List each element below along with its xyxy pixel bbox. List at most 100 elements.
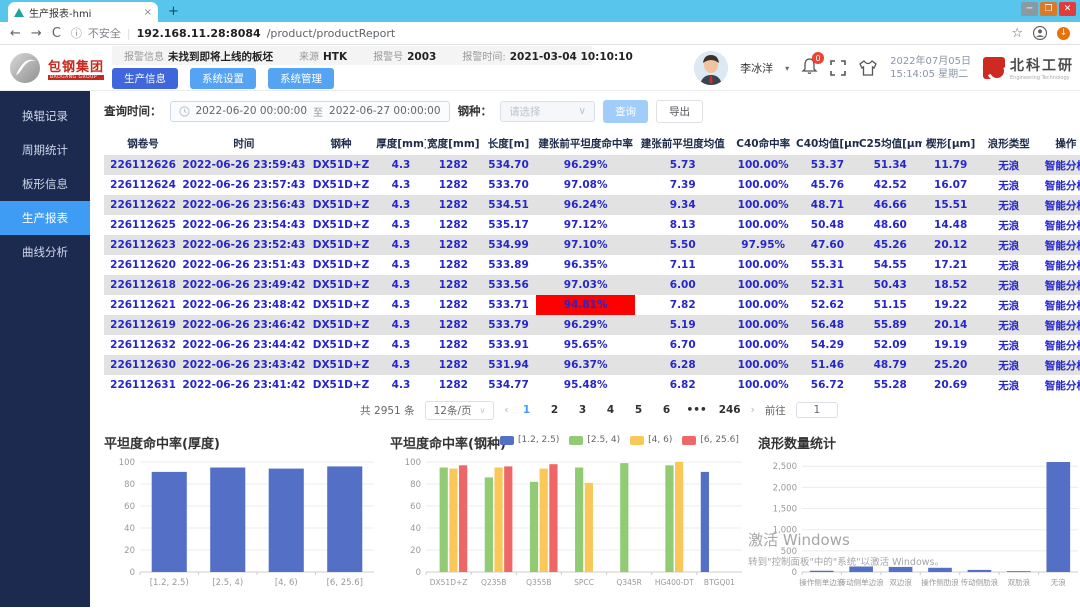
page-number-5[interactable]: 5	[631, 404, 647, 416]
table-cell: 2022-06-26 23:41:42	[182, 375, 306, 395]
sidebar-item-4[interactable]: 曲线分析	[0, 235, 90, 269]
goto-page-input[interactable]: 1	[796, 402, 838, 418]
smart-analysis-link[interactable]: 智能分析	[1038, 275, 1080, 295]
table-cell: 533.71	[481, 295, 536, 315]
svg-text:SPCC: SPCC	[574, 578, 594, 587]
table-row: 2261126212022-06-26 23:48:42DX51D+Z4.312…	[104, 295, 1080, 315]
legend-item[interactable]: [2.5, 4)	[569, 435, 620, 445]
forward-icon[interactable]: →	[31, 26, 42, 41]
legend-item[interactable]: [6, 25.6]	[682, 435, 739, 445]
smart-analysis-link[interactable]: 智能分析	[1038, 335, 1080, 355]
page-number-1[interactable]: 1	[519, 404, 535, 416]
alarm-source: 来源HTK	[299, 48, 347, 63]
svg-text:0: 0	[792, 568, 797, 578]
user-caret-icon[interactable]: ▾	[785, 64, 789, 73]
avatar[interactable]	[694, 51, 728, 85]
table-cell: 2022-06-26 23:44:42	[182, 335, 306, 355]
info-icon[interactable]: ⓘ	[71, 25, 82, 41]
page-number-246[interactable]: 246	[719, 404, 741, 416]
profile-icon[interactable]	[1033, 26, 1047, 40]
table-cell: 7.82	[635, 295, 730, 315]
table-cell: 4.3	[376, 355, 426, 375]
alarm-number: 报警号2003	[373, 48, 436, 63]
back-icon[interactable]: ←	[10, 26, 21, 41]
nav-button-0[interactable]: 生产信息	[112, 68, 178, 89]
table-cell: 100.00%	[730, 375, 796, 395]
smart-analysis-link[interactable]: 智能分析	[1038, 235, 1080, 255]
column-header: 建张前平坦度命中率	[536, 131, 635, 155]
table-cell: 48.71	[796, 195, 859, 215]
table-cell: 无浪	[980, 155, 1038, 175]
username[interactable]: 李冰洋	[740, 60, 773, 76]
page-number-•••[interactable]: •••	[687, 404, 707, 416]
smart-analysis-link[interactable]: 智能分析	[1038, 355, 1080, 375]
address-bar[interactable]: ⓘ 不安全 | 192.168.11.28:8084/product/produ…	[71, 25, 1001, 41]
legend-item[interactable]: [1.2, 2.5)	[500, 435, 559, 445]
table-cell: 95.65%	[536, 335, 635, 355]
legend-item[interactable]: [4, 6)	[630, 435, 672, 445]
steel-type-select[interactable]: 请选择 ∨	[500, 101, 595, 122]
table-cell: DX51D+Z	[306, 215, 376, 235]
table-cell: 226112626	[104, 155, 182, 175]
prev-page-button[interactable]: ‹	[504, 404, 508, 416]
export-button[interactable]: 导出	[656, 100, 703, 123]
shirt-icon[interactable]	[858, 59, 878, 77]
browser-tab[interactable]: 生产报表-hmi ×	[8, 2, 158, 22]
datetime: 2022年07月05日 15:14:05 星期二	[890, 55, 971, 82]
browser-update-icon[interactable]: ↓	[1057, 27, 1070, 40]
window-maximize-button[interactable]: ❐	[1040, 2, 1057, 16]
chart-2: 浪形数量统计05001,0001,5002,0002,500操作侧单边浪传动侧单…	[758, 433, 1080, 596]
new-tab-button[interactable]: +	[168, 4, 179, 22]
smart-analysis-link[interactable]: 智能分析	[1038, 375, 1080, 395]
svg-text:60: 60	[410, 502, 421, 512]
search-button[interactable]: 查询	[603, 100, 648, 123]
next-page-button[interactable]: ›	[751, 404, 755, 416]
table-cell: 无浪	[980, 275, 1038, 295]
smart-analysis-link[interactable]: 智能分析	[1038, 295, 1080, 315]
charts-row: 平坦度命中率(厚度)020406080100[1.2, 2.5)[2.5, 4)…	[104, 433, 1080, 596]
date-range-input[interactable]: 2022-06-20 00:00:00 至 2022-06-27 00:00:0…	[170, 101, 450, 122]
sidebar-item-3[interactable]: 生产报表	[0, 201, 90, 235]
sidebar-item-2[interactable]: 板形信息	[0, 167, 90, 201]
svg-text:0: 0	[416, 568, 421, 578]
refresh-icon[interactable]: C	[52, 26, 61, 41]
table-cell: 1282	[426, 295, 481, 315]
fullscreen-icon[interactable]	[830, 60, 846, 76]
page-size-select[interactable]: 12条/页 ∨	[425, 401, 495, 420]
svg-text:500: 500	[781, 547, 797, 557]
window-close-button[interactable]: ✕	[1059, 2, 1076, 16]
smart-analysis-link[interactable]: 智能分析	[1038, 255, 1080, 275]
svg-text:[4, 6): [4, 6)	[275, 578, 298, 588]
page-number-6[interactable]: 6	[659, 404, 675, 416]
table-cell: 无浪	[980, 375, 1038, 395]
window-minimize-button[interactable]: ─	[1021, 2, 1038, 16]
svg-text:80: 80	[124, 480, 135, 490]
vendor-subtitle: Engineering Technology	[1010, 75, 1074, 81]
table-cell: 55.31	[796, 255, 859, 275]
page-number-2[interactable]: 2	[547, 404, 563, 416]
table-cell: 55.89	[859, 315, 922, 335]
svg-text:2,500: 2,500	[773, 462, 797, 472]
bookmark-star-icon[interactable]: ☆	[1011, 26, 1023, 41]
table-row: 2261126312022-06-26 23:41:42DX51D+Z4.312…	[104, 375, 1080, 395]
page-number-3[interactable]: 3	[575, 404, 591, 416]
table-row: 2261126242022-06-26 23:57:43DX51D+Z4.312…	[104, 175, 1080, 195]
table-cell: 94.81%	[536, 295, 635, 315]
svg-text:0: 0	[130, 568, 135, 578]
smart-analysis-link[interactable]: 智能分析	[1038, 195, 1080, 215]
nav-button-2[interactable]: 系统管理	[268, 68, 334, 89]
smart-analysis-link[interactable]: 智能分析	[1038, 215, 1080, 235]
sidebar-item-0[interactable]: 换辊记录	[0, 99, 90, 133]
sidebar-item-1[interactable]: 周期统计	[0, 133, 90, 167]
smart-analysis-link[interactable]: 智能分析	[1038, 315, 1080, 335]
svg-text:传动侧单边浪: 传动侧单边浪	[839, 577, 884, 587]
smart-analysis-link[interactable]: 智能分析	[1038, 155, 1080, 175]
notification-bell[interactable]: 0	[801, 57, 818, 79]
page-number-4[interactable]: 4	[603, 404, 619, 416]
date-to[interactable]: 2022-06-27 00:00:00	[329, 105, 441, 117]
nav-button-1[interactable]: 系统设置	[190, 68, 256, 89]
table-cell: 无浪	[980, 295, 1038, 315]
tab-close-icon[interactable]: ×	[144, 7, 152, 18]
smart-analysis-link[interactable]: 智能分析	[1038, 175, 1080, 195]
date-from[interactable]: 2022-06-20 00:00:00	[196, 105, 308, 117]
